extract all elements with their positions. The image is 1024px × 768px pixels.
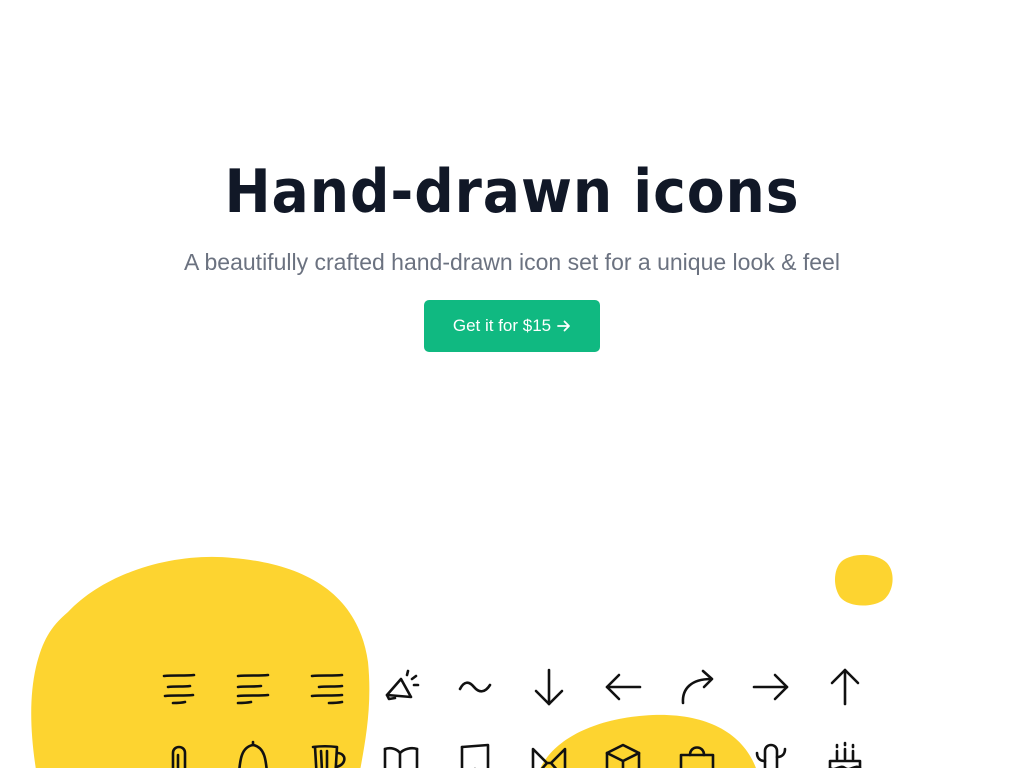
bow-tie-icon	[529, 741, 569, 768]
arrow-up-icon	[825, 667, 865, 707]
shopping-bag-icon	[677, 741, 717, 768]
landing-page: Hand-drawn icons A beautifully crafted h…	[0, 0, 1024, 768]
cactus-icon	[751, 741, 791, 768]
tilde-wave-icon	[455, 667, 495, 707]
open-book-icon	[381, 741, 421, 768]
beer-mug-icon	[307, 741, 347, 768]
align-left-icon	[233, 667, 273, 707]
arrow-left-icon	[603, 667, 643, 707]
announcement-icon	[381, 667, 421, 707]
bell-icon	[233, 740, 273, 768]
arrow-curved-right-icon	[677, 667, 717, 707]
arrow-down-icon	[529, 667, 569, 707]
icon-showcase	[0, 0, 1024, 768]
align-center-icon	[159, 667, 199, 707]
bookmark-icon	[455, 741, 495, 768]
birthday-cake-icon	[825, 741, 865, 768]
align-right-icon	[307, 667, 347, 707]
arrow-right-icon	[751, 667, 791, 707]
paperclip-icon	[159, 741, 199, 768]
box-icon	[603, 741, 643, 768]
